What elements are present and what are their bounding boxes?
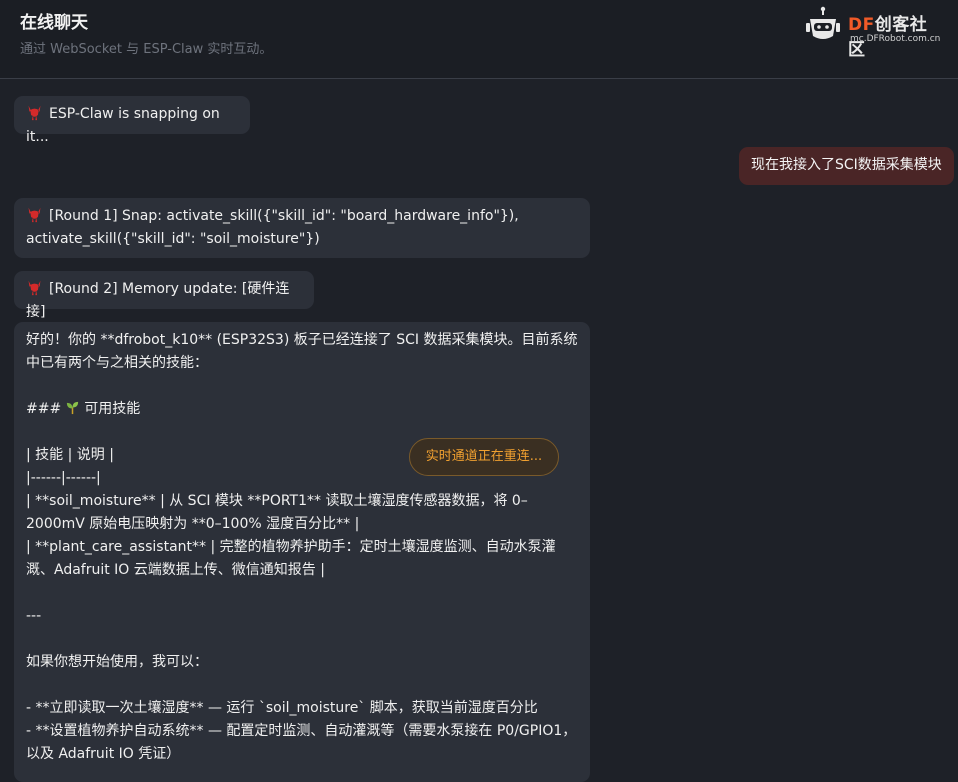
reply-line: - **设置植物养护自动系统** — 配置定时监测、自动灌溉等（需要水泵接在 P… (26, 723, 577, 762)
reply-line: 好的！你的 **dfrobot_k10** (ESP32S3) 板子已经连接了 … (26, 332, 578, 371)
round2-message: [Round 2] Memory update: [硬件连接] (14, 271, 314, 320)
claw-icon (28, 280, 41, 296)
round1-text: [Round 1] Snap: activate_skill({"skill_i… (26, 208, 519, 247)
chat-header: 在线聊天 通过 WebSocket 与 ESP-Claw 实时互动。 DF创客社… (0, 0, 958, 79)
user-message-text: 现在我接入了SCI数据采集模块 (751, 157, 942, 173)
seedling-icon (67, 401, 79, 415)
reply-line: - **立即读取一次土壤湿度** — 运行 `soil_moisture` 脚本… (26, 700, 538, 716)
reply-line: | **soil_moisture** | 从 SCI 模块 **PORT1**… (26, 493, 528, 532)
reply-line: 如果你想开始使用，我可以： (26, 654, 208, 670)
reply-line: --- (26, 608, 42, 624)
logo-url: mc.DFRobot.com.cn (850, 34, 941, 44)
page-subtitle: 通过 WebSocket 与 ESP-Claw 实时互动。 (20, 42, 273, 57)
reconnect-toast: 实时通道正在重连... (409, 438, 559, 476)
user-message: 现在我接入了SCI数据采集模块 (739, 147, 954, 185)
claw-icon (28, 105, 41, 121)
status-message: ESP-Claw is snapping on it... (14, 96, 250, 145)
page-title: 在线聊天 (20, 13, 88, 33)
reply-line: | **plant_care_assistant** | 完整的植物养护助手：定… (26, 539, 556, 578)
dfrobot-logo[interactable]: DF创客社区 mc.DFRobot.com.cn (804, 6, 944, 60)
round1-message: [Round 1] Snap: activate_skill({"skill_i… (14, 198, 590, 258)
reply-heading: ### 可用技能 (26, 401, 141, 417)
round2-text: [Round 2] Memory update: [硬件连接] (26, 281, 290, 320)
robot-logo-icon (806, 6, 840, 39)
status-text: ESP-Claw is snapping on it... (26, 106, 220, 145)
claw-icon (28, 207, 41, 223)
bot-reply-message: 好的！你的 **dfrobot_k10** (ESP32S3) 板子已经连接了 … (14, 322, 590, 782)
